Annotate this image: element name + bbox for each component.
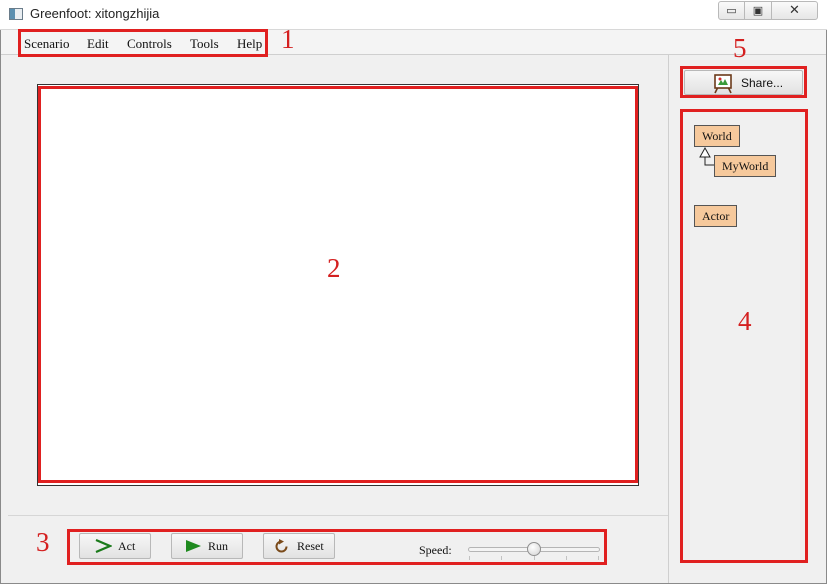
act-label: Act [118, 539, 136, 553]
annotation-number-3: 3 [36, 527, 50, 557]
slider-tick [598, 556, 599, 560]
annotation-number-2: 2 [327, 253, 341, 283]
act-icon [95, 539, 112, 553]
minimize-button[interactable]: ▭ [718, 1, 745, 20]
actor-class[interactable]: Actor [694, 205, 738, 227]
world-canvas[interactable] [39, 86, 637, 484]
slider-tick [534, 556, 535, 560]
close-icon: ✕ [789, 3, 800, 18]
myworld-class[interactable]: MyWorld [714, 155, 777, 177]
reset-icon [275, 539, 288, 553]
minimize-icon: ▭ [726, 4, 737, 17]
annotation-number-1: 1 [281, 24, 295, 54]
annotation-number-5: 5 [733, 33, 747, 63]
run-label: Run [208, 539, 229, 553]
menu-bar [1, 30, 826, 55]
reset-label: Reset [297, 539, 324, 553]
window-title: Greenfoot: xitongzhijia [30, 6, 160, 21]
share-label: Share... [741, 76, 784, 90]
menu-tools[interactable]: Tools [190, 36, 219, 52]
speed-label: Speed: [419, 543, 452, 557]
menu-scenario[interactable]: Scenario [24, 36, 69, 52]
slider-tick [501, 556, 502, 560]
play-icon [186, 540, 201, 552]
act-button[interactable]: Act [79, 533, 151, 559]
slider-tick [469, 556, 470, 560]
annotation-number-4: 4 [738, 306, 752, 336]
speed-slider-thumb[interactable] [527, 542, 541, 556]
close-button[interactable]: ✕ [771, 1, 818, 20]
share-button[interactable]: Share... [684, 70, 803, 95]
menu-help[interactable]: Help [237, 36, 262, 52]
easel-share-icon [714, 74, 732, 94]
run-button[interactable]: Run [171, 533, 243, 559]
menu-edit[interactable]: Edit [87, 36, 109, 52]
controls-separator [8, 515, 668, 516]
maximize-button[interactable]: ▣ [744, 1, 772, 20]
slider-tick [566, 556, 567, 560]
greenfoot-app-icon [9, 8, 23, 20]
maximize-icon: ▣ [752, 4, 764, 17]
reset-button[interactable]: Reset [263, 533, 335, 559]
menu-controls[interactable]: Controls [127, 36, 172, 52]
world-class[interactable]: World [694, 125, 740, 147]
